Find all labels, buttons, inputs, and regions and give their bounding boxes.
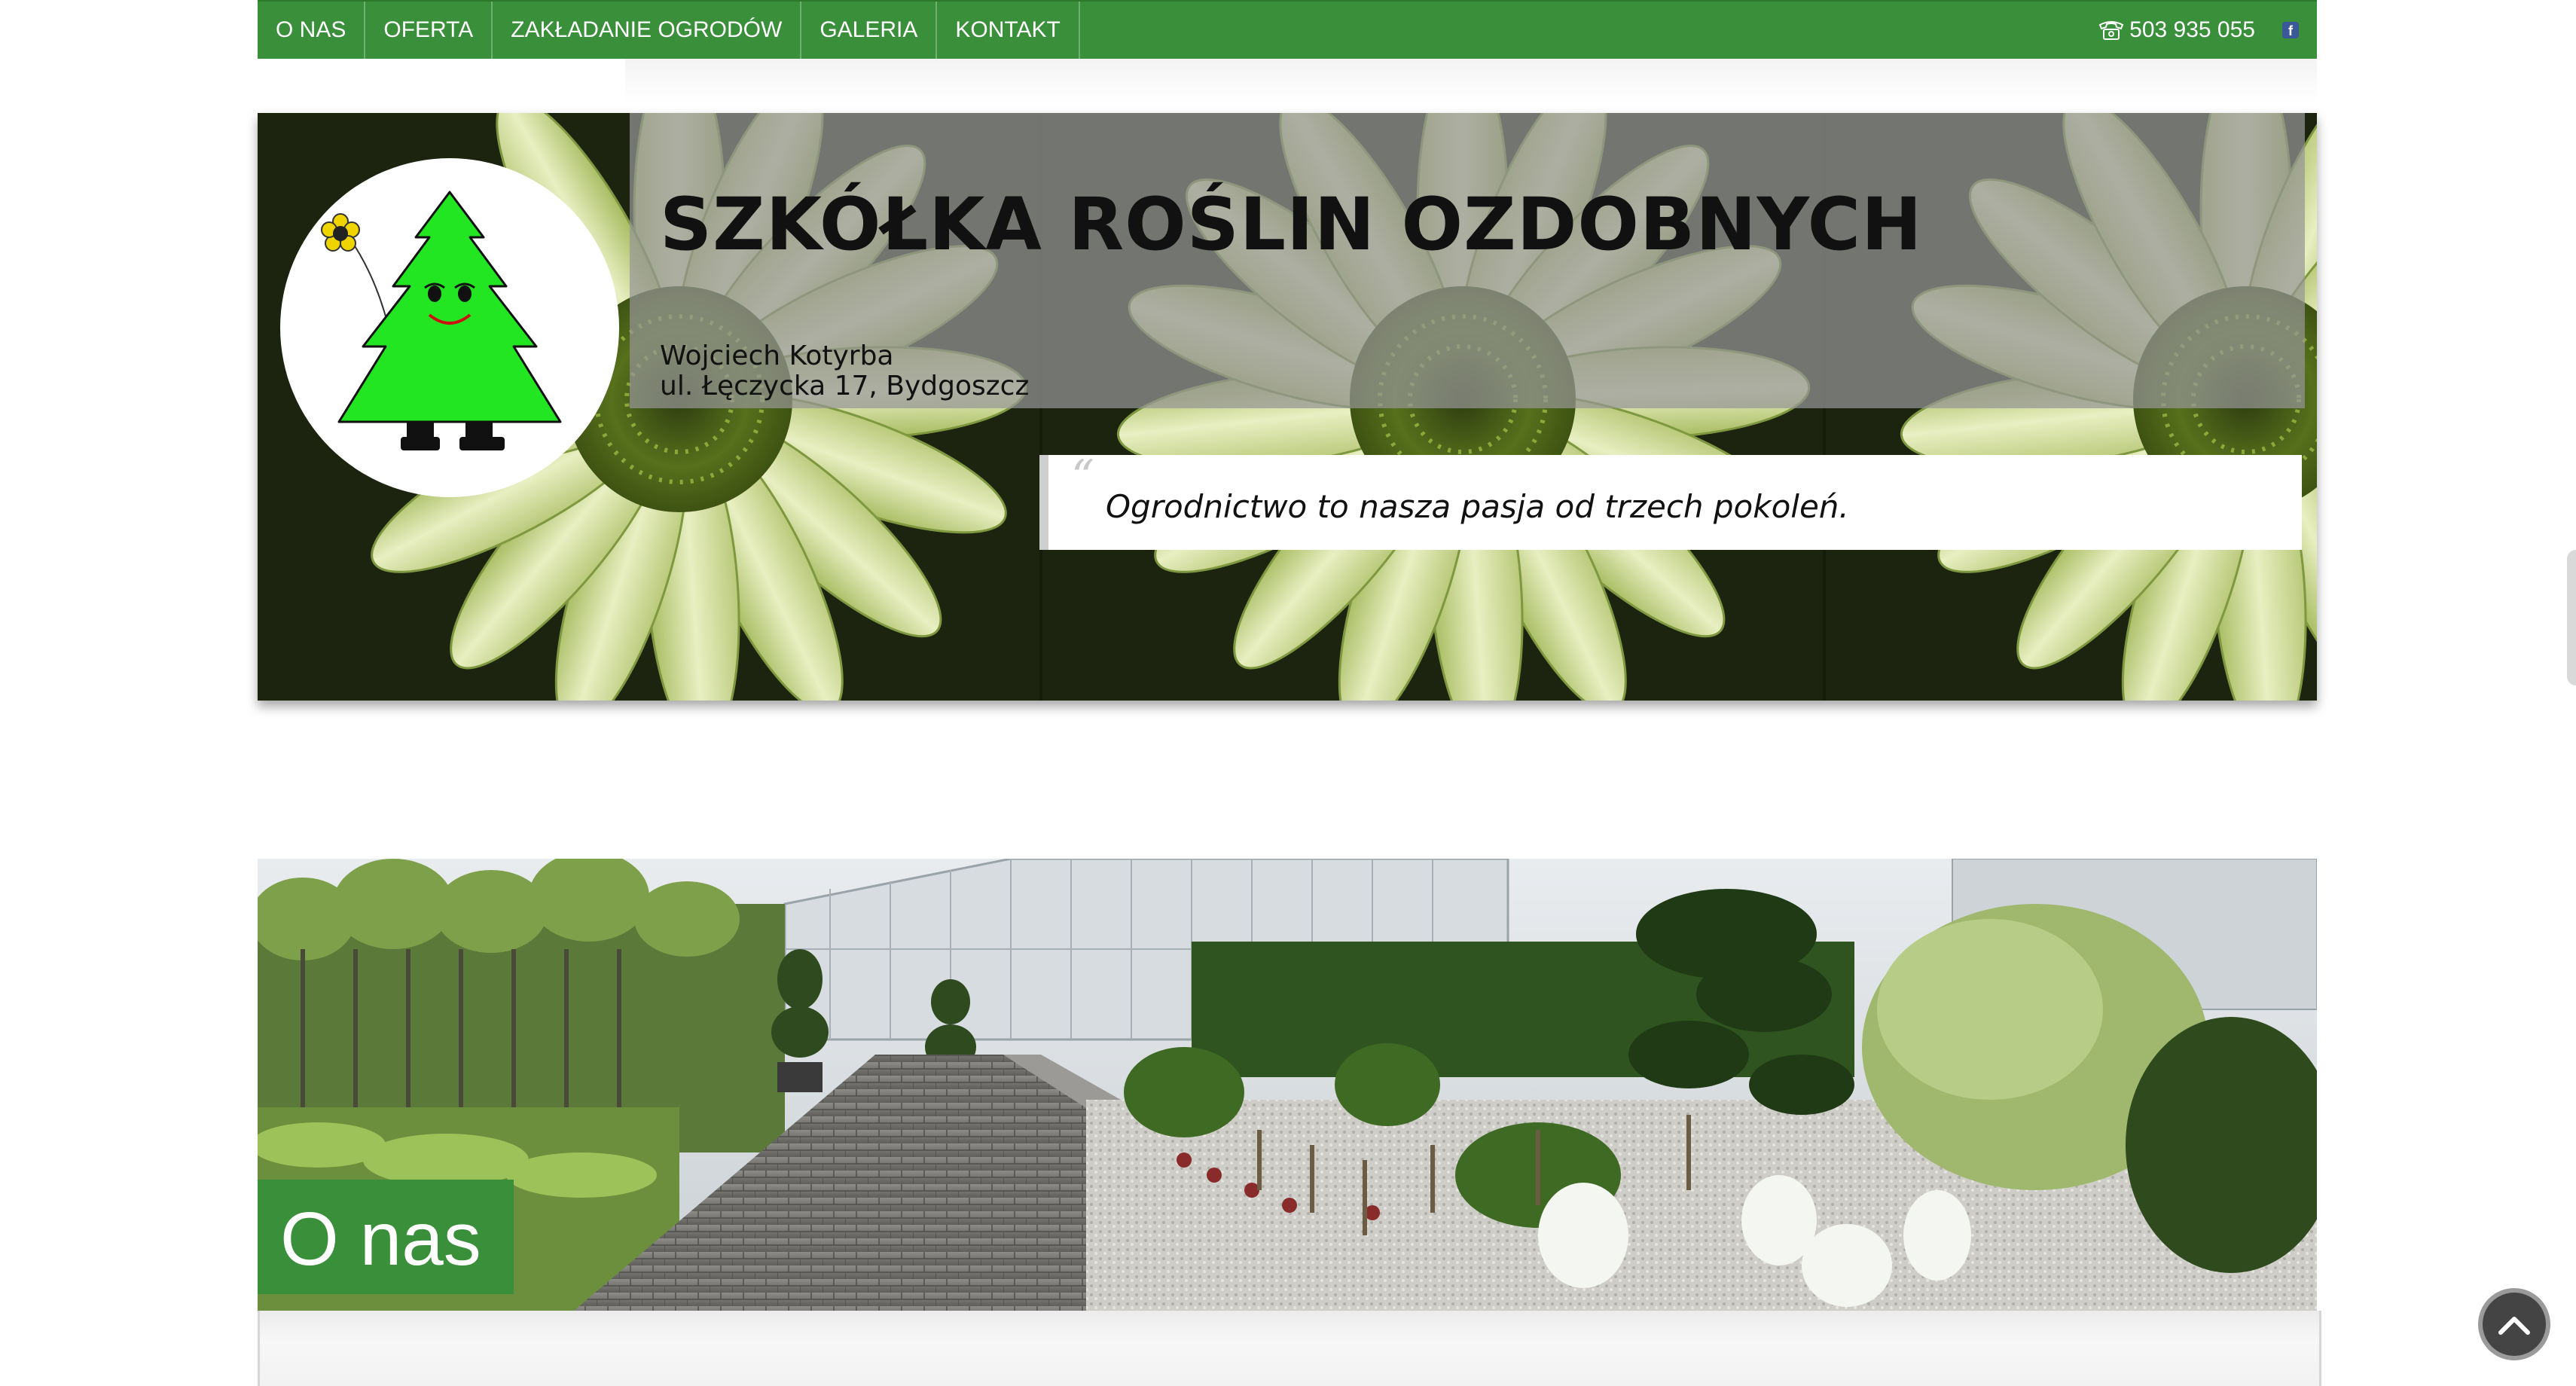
nav-item-o-nas[interactable]: O NAS bbox=[258, 2, 366, 59]
nav-item-galeria[interactable]: GALERIA bbox=[801, 2, 938, 59]
chevron-up-icon bbox=[2498, 1317, 2530, 1335]
content-card bbox=[258, 1311, 2321, 1386]
quote-text: Ogrodnictwo to nasza pasja od trzech pok… bbox=[1106, 488, 1849, 525]
quote-box: “ Ogrodnictwo to nasza pasja od trzech p… bbox=[1039, 450, 2302, 550]
side-tab[interactable] bbox=[2567, 550, 2576, 685]
phone-icon bbox=[2098, 21, 2124, 40]
header-banner: SZKÓŁKA ROŚLIN OZDOBNYCH Wojciech Kotyrb… bbox=[258, 113, 2317, 701]
scroll-top-button[interactable] bbox=[2478, 1288, 2550, 1360]
garden-photo bbox=[258, 859, 2317, 1311]
top-navbar: O NAS OFERTA ZAKŁADANIE OGRODÓW GALERIA … bbox=[258, 0, 2317, 59]
nav-item-zakladanie-ogrodow[interactable]: ZAKŁADANIE OGRODÓW bbox=[493, 2, 802, 59]
tree-mascot-icon bbox=[321, 191, 562, 450]
garden-illustration bbox=[258, 859, 2317, 1311]
page: O NAS OFERTA ZAKŁADANIE OGRODÓW GALERIA … bbox=[0, 0, 2576, 1386]
nav-contact: 503 935 055 f bbox=[2098, 2, 2299, 59]
section-label: O nas bbox=[258, 1180, 514, 1294]
owner-address: ul. Łęczycka 17, Bydgoszcz bbox=[660, 371, 1030, 401]
nav-shadow bbox=[625, 59, 2317, 104]
nav-item-kontakt[interactable]: KONTAKT bbox=[937, 2, 1080, 59]
site-title: SZKÓŁKA ROŚLIN OZDOBNYCH bbox=[660, 182, 1923, 267]
title-panel: SZKÓŁKA ROŚLIN OZDOBNYCH Wojciech Kotyrb… bbox=[630, 113, 2305, 408]
phone-number[interactable]: 503 935 055 bbox=[2129, 17, 2255, 43]
owner-name: Wojciech Kotyrba bbox=[660, 340, 894, 371]
tree-mascot-logo[interactable] bbox=[280, 158, 619, 497]
main-menu: O NAS OFERTA ZAKŁADANIE OGRODÓW GALERIA … bbox=[258, 2, 1080, 59]
quote-mark-icon: “ bbox=[1071, 450, 1094, 503]
nav-item-oferta[interactable]: OFERTA bbox=[365, 2, 493, 59]
section-title: O nas bbox=[280, 1197, 481, 1281]
facebook-icon[interactable]: f bbox=[2282, 22, 2299, 38]
